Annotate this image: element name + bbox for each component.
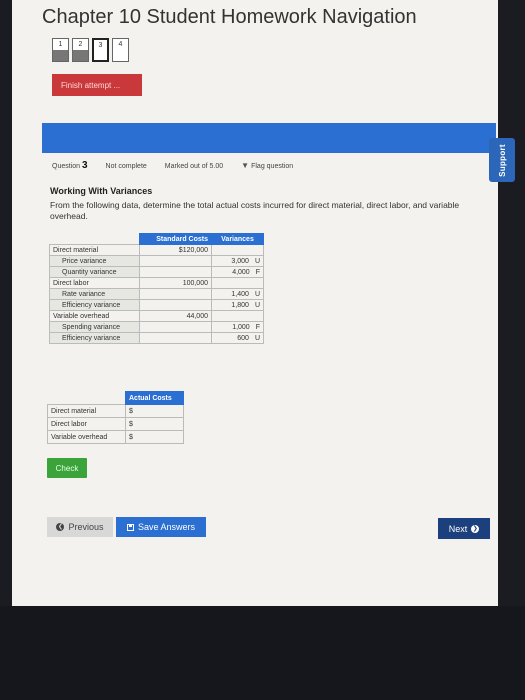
standard-cost-cell [139, 288, 212, 300]
actual-costs-header: Actual Costs [125, 391, 184, 405]
variance-type: F [255, 323, 260, 331]
standard-cost-cell [139, 299, 212, 311]
row-label: Direct material [47, 404, 126, 418]
save-icon [126, 523, 134, 531]
table-row: Spending variance 1,000 F [49, 321, 264, 333]
variance-amount: 4,000 [232, 268, 250, 276]
table-row: Direct labor 100,000 [49, 277, 264, 289]
variance-cell: 3,000 U [211, 255, 264, 267]
flag-icon: ▼ [241, 161, 250, 170]
table-row: Direct material $ [47, 404, 184, 418]
standard-cost-cell [139, 255, 212, 267]
actual-costs-table: Actual Costs Direct material $ Direct labo… [47, 391, 184, 444]
variance-cell [211, 244, 264, 256]
actual-cost-input[interactable]: $ [125, 404, 184, 418]
actual-cost-input[interactable]: $ [125, 417, 184, 431]
standard-cost-cell [139, 321, 212, 333]
question-nav-4[interactable]: 4 [112, 38, 129, 62]
row-label: Direct labor [47, 417, 126, 431]
variances-header: Variances [211, 233, 264, 245]
question-heading: Working With Variances [50, 186, 153, 196]
save-answers-button[interactable]: Save Answers [116, 517, 206, 537]
variance-amount: 600 [237, 334, 249, 342]
browser-screen: Chapter 10 Student Homework Navigation 1… [12, 0, 498, 606]
table-row: Variable overhead 44,000 [49, 310, 264, 322]
currency-prefix: $ [129, 420, 133, 428]
question-number: Question 3 [52, 160, 88, 171]
row-label: Direct labor [49, 277, 140, 289]
row-label: Rate variance [49, 288, 140, 300]
variance-amount: 1,400 [231, 290, 249, 298]
currency-prefix: $ [129, 433, 133, 441]
variance-type: U [254, 334, 260, 342]
table-row: Rate variance 1,400 U [49, 288, 264, 300]
table-row: Quantity variance 4,000 F [49, 266, 264, 278]
row-label: Direct material [49, 244, 140, 256]
variance-type: U [254, 290, 260, 298]
table-row: Efficiency variance 600 U [49, 332, 264, 344]
row-label: Quantity variance [49, 266, 140, 278]
variance-cell [211, 310, 264, 322]
question-navigation: 1 2 3 4 [52, 38, 129, 62]
variance-type: U [254, 301, 260, 309]
variance-type: U [254, 257, 260, 265]
question-status: Not complete [105, 163, 147, 170]
currency-prefix: $ [129, 407, 133, 415]
row-label: Spending variance [49, 321, 140, 333]
finish-attempt-button[interactable]: Finish attempt ... [52, 74, 142, 96]
standard-cost-cell: 44,000 [139, 310, 212, 322]
actual-cost-input[interactable]: $ [125, 430, 184, 444]
device-bezel [0, 606, 525, 700]
standard-cost-cell: $120,000 [139, 244, 212, 256]
check-button[interactable]: Check [47, 458, 87, 478]
row-label: Efficiency variance [49, 299, 140, 311]
table-row: Variable overhead $ [47, 430, 184, 444]
previous-button[interactable]: ❮ Previous [47, 517, 113, 537]
standard-costs-table: Standard Costs Variances Direct material… [49, 233, 264, 344]
variance-cell: 1,800 U [211, 299, 264, 311]
chevron-right-icon: ❯ [471, 524, 480, 533]
variance-cell: 1,000 F [211, 321, 264, 333]
variance-amount: 1,800 [231, 301, 249, 309]
standard-costs-header: Standard Costs [139, 233, 212, 245]
variance-type: F [255, 268, 260, 276]
row-label: Variable overhead [47, 430, 126, 444]
variance-amount: 1,000 [232, 323, 250, 331]
variance-cell: 1,400 U [211, 288, 264, 300]
variance-cell [211, 277, 264, 289]
chevron-left-icon: ❮ [56, 523, 65, 531]
table-row: Price variance 3,000 U [49, 255, 264, 267]
question-nav-3[interactable]: 3 [92, 38, 109, 62]
table-row: Direct material $120,000 [49, 244, 264, 256]
table-row: Direct labor $ [47, 417, 184, 431]
next-button[interactable]: Next ❯ [438, 518, 490, 539]
question-marks: Marked out of 5.00 [164, 163, 224, 170]
support-tab[interactable]: Support [489, 138, 515, 182]
question-nav-1[interactable]: 1 [52, 38, 69, 62]
question-nav-2[interactable]: 2 [72, 38, 89, 62]
standard-cost-cell [139, 266, 212, 278]
question-text: From the following data, determine the t… [50, 200, 460, 221]
variance-amount: 3,000 [231, 257, 249, 265]
standard-cost-cell: 100,000 [139, 277, 212, 289]
standard-cost-cell [139, 332, 212, 344]
table-row: Efficiency variance 1,800 U [49, 299, 264, 311]
row-label: Efficiency variance [49, 332, 140, 344]
row-label: Price variance [49, 255, 140, 267]
variance-cell: 4,000 F [211, 266, 264, 278]
flag-question-link[interactable]: ▼ Flag question [241, 161, 293, 170]
question-info: Question 3 Not complete Marked out of 5.… [52, 160, 293, 171]
header-bar [42, 123, 496, 153]
row-label: Variable overhead [49, 310, 140, 322]
variance-cell: 600 U [211, 332, 264, 344]
page-title: Chapter 10 Student Homework Navigation [42, 6, 417, 28]
